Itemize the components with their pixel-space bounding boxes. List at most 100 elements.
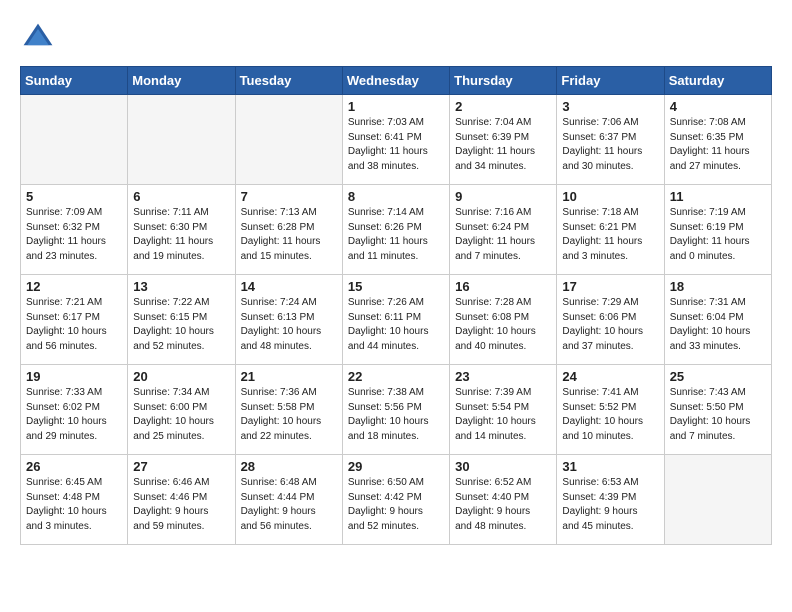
calendar-cell: 6Sunrise: 7:11 AM Sunset: 6:30 PM Daylig… [128,185,235,275]
day-header-saturday: Saturday [664,67,771,95]
calendar-cell: 25 Sunrise: 7:43 AM Sunset: 5:50 PM Dayli… [664,365,771,455]
day-number: 18 [670,279,766,294]
day-info: Sunrise: 6:45 AM Sunset: 4:48 PM Dayligh… [26,476,122,534]
day-number: 9 [455,189,551,204]
day-number: 12 [26,279,122,294]
day-info: Sunrise: 7:29 AM Sunset: 6:06 PM Dayligh… [562,296,658,354]
calendar-cell: 31Sunrise: 6:53 AM Sunset: 4:39 PM Dayli… [557,455,664,545]
calendar: SundayMondayTuesdayWednesdayThursdayFrid… [20,66,772,545]
day-info: Sunrise: 7:41 AM Sunset: 5:52 PM Dayligh… [562,386,658,444]
calendar-cell: 4 Sunrise: 7:08 AM Sunset: 6:35 PM Daylig… [664,95,771,185]
day-info: Sunrise: 7:16 AM Sunset: 6:24 PM Dayligh… [455,206,551,264]
calendar-cell: 22 Sunrise: 7:38 AM Sunset: 5:56 PM Dayli… [342,365,449,455]
calendar-cell: 17 Sunrise: 7:29 AM Sunset: 6:06 PM Dayli… [557,275,664,365]
day-info: Sunrise: 6:48 AM Sunset: 4:44 PM Dayligh… [241,476,337,534]
day-number: 24 [562,369,658,384]
calendar-cell: 8 Sunrise: 7:14 AM Sunset: 6:26 PM Daylig… [342,185,449,275]
calendar-cell: 2 Sunrise: 7:04 AM Sunset: 6:39 PM Daylig… [450,95,557,185]
calendar-cell: 29 Sunrise: 6:50 AM Sunset: 4:42 PM Dayli… [342,455,449,545]
calendar-cell: 11 Sunrise: 7:19 AM Sunset: 6:19 PM Dayli… [664,185,771,275]
day-info: Sunrise: 7:04 AM Sunset: 6:39 PM Dayligh… [455,116,551,174]
day-info: Sunrise: 7:38 AM Sunset: 5:56 PM Dayligh… [348,386,444,444]
logo-icon [20,20,56,56]
day-info: Sunrise: 7:19 AM Sunset: 6:19 PM Dayligh… [670,206,766,264]
day-info: Sunrise: 7:06 AM Sunset: 6:37 PM Dayligh… [562,116,658,174]
day-info: Sunrise: 7:39 AM Sunset: 5:54 PM Dayligh… [455,386,551,444]
day-info: Sunrise: 7:36 AM Sunset: 5:58 PM Dayligh… [241,386,337,444]
logo [20,20,60,56]
day-number: 27 [133,459,229,474]
calendar-cell: 28 Sunrise: 6:48 AM Sunset: 4:44 PM Dayli… [235,455,342,545]
day-number: 2 [455,99,551,114]
day-number: 17 [562,279,658,294]
calendar-cell: 1Sunrise: 7:03 AM Sunset: 6:41 PM Daylig… [342,95,449,185]
day-info: Sunrise: 7:28 AM Sunset: 6:08 PM Dayligh… [455,296,551,354]
day-info: Sunrise: 6:50 AM Sunset: 4:42 PM Dayligh… [348,476,444,534]
day-number: 26 [26,459,122,474]
day-info: Sunrise: 7:43 AM Sunset: 5:50 PM Dayligh… [670,386,766,444]
calendar-cell [235,95,342,185]
calendar-cell [128,95,235,185]
day-info: Sunrise: 7:33 AM Sunset: 6:02 PM Dayligh… [26,386,122,444]
day-info: Sunrise: 6:46 AM Sunset: 4:46 PM Dayligh… [133,476,229,534]
day-info: Sunrise: 7:14 AM Sunset: 6:26 PM Dayligh… [348,206,444,264]
day-number: 14 [241,279,337,294]
day-number: 30 [455,459,551,474]
day-number: 5 [26,189,122,204]
day-info: Sunrise: 7:26 AM Sunset: 6:11 PM Dayligh… [348,296,444,354]
day-info: Sunrise: 7:08 AM Sunset: 6:35 PM Dayligh… [670,116,766,174]
calendar-week-row: 1Sunrise: 7:03 AM Sunset: 6:41 PM Daylig… [21,95,772,185]
day-header-wednesday: Wednesday [342,67,449,95]
calendar-cell: 5 Sunrise: 7:09 AM Sunset: 6:32 PM Daylig… [21,185,128,275]
calendar-cell: 20Sunrise: 7:34 AM Sunset: 6:00 PM Dayli… [128,365,235,455]
day-header-monday: Monday [128,67,235,95]
day-number: 3 [562,99,658,114]
day-number: 10 [562,189,658,204]
calendar-week-row: 5 Sunrise: 7:09 AM Sunset: 6:32 PM Daylig… [21,185,772,275]
day-number: 11 [670,189,766,204]
calendar-cell: 23 Sunrise: 7:39 AM Sunset: 5:54 PM Dayli… [450,365,557,455]
calendar-week-row: 26 Sunrise: 6:45 AM Sunset: 4:48 PM Dayli… [21,455,772,545]
day-info: Sunrise: 7:24 AM Sunset: 6:13 PM Dayligh… [241,296,337,354]
calendar-week-row: 19 Sunrise: 7:33 AM Sunset: 6:02 PM Dayli… [21,365,772,455]
calendar-week-row: 12Sunrise: 7:21 AM Sunset: 6:17 PM Dayli… [21,275,772,365]
day-number: 1 [348,99,444,114]
calendar-cell: 21 Sunrise: 7:36 AM Sunset: 5:58 PM Dayli… [235,365,342,455]
calendar-header-row: SundayMondayTuesdayWednesdayThursdayFrid… [21,67,772,95]
day-number: 4 [670,99,766,114]
calendar-cell: 3 Sunrise: 7:06 AM Sunset: 6:37 PM Daylig… [557,95,664,185]
day-info: Sunrise: 7:18 AM Sunset: 6:21 PM Dayligh… [562,206,658,264]
day-number: 25 [670,369,766,384]
day-number: 22 [348,369,444,384]
calendar-cell: 9 Sunrise: 7:16 AM Sunset: 6:24 PM Daylig… [450,185,557,275]
calendar-cell: 13Sunrise: 7:22 AM Sunset: 6:15 PM Dayli… [128,275,235,365]
day-number: 23 [455,369,551,384]
day-info: Sunrise: 7:13 AM Sunset: 6:28 PM Dayligh… [241,206,337,264]
day-number: 21 [241,369,337,384]
day-number: 7 [241,189,337,204]
day-number: 29 [348,459,444,474]
calendar-cell: 18 Sunrise: 7:31 AM Sunset: 6:04 PM Dayli… [664,275,771,365]
calendar-cell: 10 Sunrise: 7:18 AM Sunset: 6:21 PM Dayli… [557,185,664,275]
day-number: 15 [348,279,444,294]
calendar-cell: 30 Sunrise: 6:52 AM Sunset: 4:40 PM Dayli… [450,455,557,545]
day-info: Sunrise: 7:22 AM Sunset: 6:15 PM Dayligh… [133,296,229,354]
calendar-cell: 24 Sunrise: 7:41 AM Sunset: 5:52 PM Dayli… [557,365,664,455]
day-info: Sunrise: 7:09 AM Sunset: 6:32 PM Dayligh… [26,206,122,264]
day-info: Sunrise: 7:31 AM Sunset: 6:04 PM Dayligh… [670,296,766,354]
page-header [20,20,772,56]
calendar-cell: 27 Sunrise: 6:46 AM Sunset: 4:46 PM Dayli… [128,455,235,545]
day-number: 16 [455,279,551,294]
day-info: Sunrise: 6:52 AM Sunset: 4:40 PM Dayligh… [455,476,551,534]
day-number: 8 [348,189,444,204]
calendar-cell: 26 Sunrise: 6:45 AM Sunset: 4:48 PM Dayli… [21,455,128,545]
day-number: 20 [133,369,229,384]
day-number: 28 [241,459,337,474]
day-header-friday: Friday [557,67,664,95]
day-header-sunday: Sunday [21,67,128,95]
day-number: 31 [562,459,658,474]
calendar-cell: 14 Sunrise: 7:24 AM Sunset: 6:13 PM Dayli… [235,275,342,365]
calendar-cell: 12Sunrise: 7:21 AM Sunset: 6:17 PM Dayli… [21,275,128,365]
calendar-cell: 16 Sunrise: 7:28 AM Sunset: 6:08 PM Dayli… [450,275,557,365]
day-number: 19 [26,369,122,384]
